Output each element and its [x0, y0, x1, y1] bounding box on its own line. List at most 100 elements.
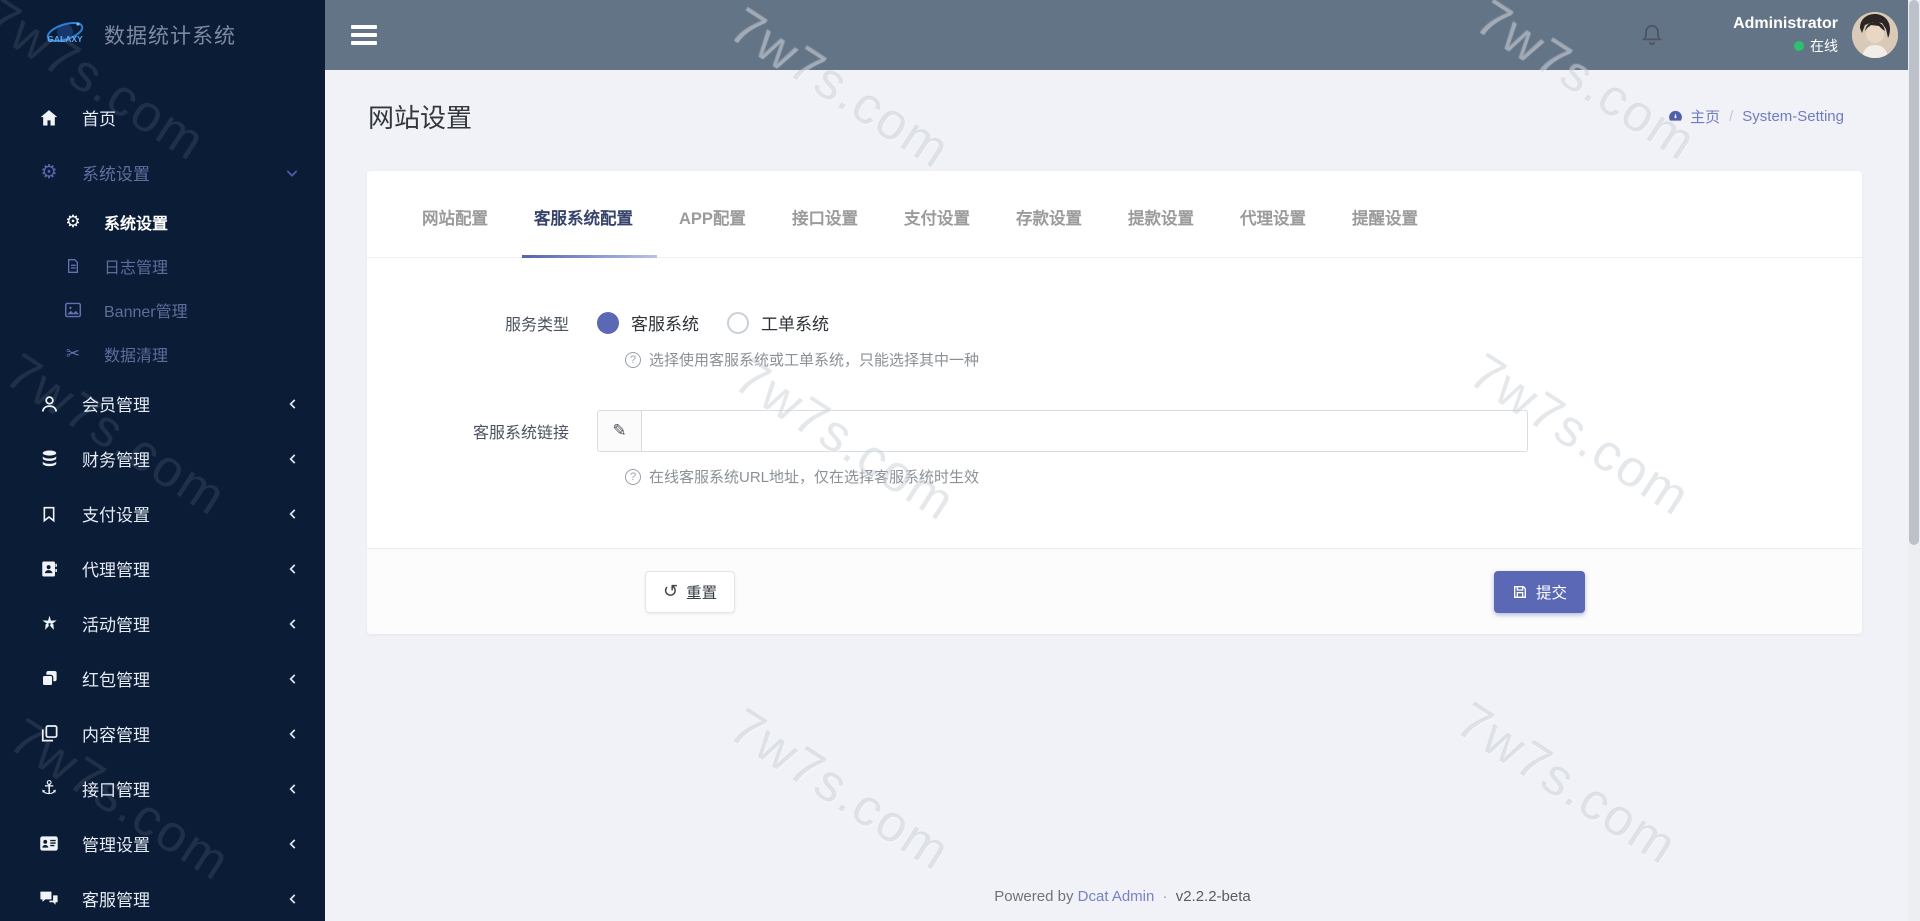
sidebar-item-finance-management[interactable]: 财务管理: [0, 431, 325, 486]
chevron-left-icon: [286, 562, 300, 576]
radio-unchecked-icon: [727, 311, 749, 334]
pencil-icon: ✎: [598, 411, 642, 451]
address-book-icon: [36, 559, 62, 579]
cogs-icon: ⚙: [40, 161, 58, 183]
chevron-left-icon: [286, 452, 300, 466]
reset-button-label: 重置: [686, 584, 718, 602]
user-menu[interactable]: Administrator 在线: [1733, 15, 1838, 56]
radio-option-label: 工单系统: [761, 315, 829, 334]
tab-api-settings[interactable]: 接口设置: [792, 205, 858, 257]
breadcrumb-home-link[interactable]: 主页: [1667, 106, 1720, 127]
reset-button[interactable]: ↺ 重置: [645, 570, 736, 613]
user-status-label: 在线: [1810, 37, 1838, 54]
id-card-icon: [36, 835, 62, 852]
user-icon: [36, 394, 62, 414]
tab-payment-settings[interactable]: 支付设置: [904, 205, 970, 257]
sidebar-item-home[interactable]: 首页: [0, 90, 325, 145]
sidebar: GALAXY 数据统计系统 首页 ⚙ 系统设置 ⚙ 系统设置 日志管理 Bann…: [0, 0, 325, 921]
notifications-bell-icon[interactable]: [1639, 22, 1665, 48]
app-logo[interactable]: GALAXY 数据统计系统: [0, 0, 325, 70]
scrollbar-track: [1908, 0, 1920, 921]
footer-separator: ·: [1162, 888, 1168, 905]
sidebar-item-label: 首页: [82, 110, 116, 129]
dashboard-gauge-icon: [1667, 108, 1684, 125]
gear-icon: ⚙: [65, 211, 81, 232]
sidebar-item-payment-settings[interactable]: 支付设置: [0, 486, 325, 541]
scissors-icon: ✂: [65, 343, 81, 364]
tab-customer-service-config[interactable]: 客服系统配置: [522, 205, 657, 258]
red-packet-icon: [36, 669, 62, 688]
sidebar-item-label: 会员管理: [82, 396, 150, 415]
tab-reminder-settings[interactable]: 提醒设置: [1352, 205, 1418, 257]
chevron-left-icon: [286, 672, 300, 686]
chevron-down-icon: [284, 165, 300, 181]
help-text: 在线客服系统URL地址，仅在选择客服系统时生效: [649, 469, 980, 486]
avatar[interactable]: [1852, 12, 1898, 58]
sidebar-item-admin-settings[interactable]: 管理设置: [0, 816, 325, 871]
tab-app-config[interactable]: APP配置: [679, 205, 746, 257]
sidebar-item-system-settings[interactable]: ⚙ 系统设置: [0, 200, 325, 244]
chevron-left-icon: [286, 837, 300, 851]
submit-button-label: 提交: [1535, 584, 1567, 602]
chevron-left-icon: [286, 892, 300, 906]
sidebar-item-member-management[interactable]: 会员管理: [0, 376, 325, 431]
service-link-label: 客服系统链接: [472, 425, 569, 442]
powered-by-text: Powered by: [994, 888, 1074, 905]
sidebar-item-banner-management[interactable]: Banner管理: [0, 288, 325, 332]
scrollbar-thumb[interactable]: [1909, 0, 1919, 545]
activity-icon: [36, 614, 62, 633]
sidebar-item-system-settings-parent[interactable]: ⚙ 系统设置: [0, 145, 325, 200]
service-link-input-group: ✎: [597, 410, 1528, 452]
image-icon: [62, 302, 84, 318]
sidebar-item-api-management[interactable]: ⚓ 接口管理: [0, 761, 325, 816]
sidebar-item-agent-management[interactable]: 代理管理: [0, 541, 325, 596]
breadcrumb-current: System-Setting: [1742, 108, 1844, 125]
chevron-left-icon: [286, 507, 300, 521]
dcat-admin-link[interactable]: Dcat Admin: [1078, 888, 1155, 905]
radio-option-ticket-system[interactable]: 工单系统: [727, 310, 829, 335]
sidebar-toggle-button[interactable]: [351, 25, 377, 45]
tab-withdrawal-settings[interactable]: 提款设置: [1128, 205, 1194, 257]
radio-checked-icon: [597, 311, 619, 334]
home-icon: [36, 108, 62, 128]
sidebar-item-label: 系统设置: [104, 216, 169, 233]
sidebar-item-label: 客服管理: [82, 891, 150, 910]
undo-icon: ↺: [663, 580, 679, 602]
service-type-help: ? 选择使用客服系统或工单系统，只能选择其中一种: [625, 349, 1862, 370]
service-link-input[interactable]: [642, 411, 1527, 451]
sidebar-item-redpacket-management[interactable]: 红包管理: [0, 651, 325, 706]
file-icon: [62, 257, 84, 275]
breadcrumb: 主页 / System-Setting: [1667, 106, 1844, 127]
help-text: 选择使用客服系统或工单系统，只能选择其中一种: [649, 352, 980, 369]
radio-option-customer-service[interactable]: 客服系统: [597, 310, 699, 335]
sidebar-item-label: 管理设置: [82, 836, 150, 855]
online-status-dot: [1794, 40, 1804, 51]
app-title: 数据统计系统: [104, 25, 236, 48]
service-type-radio-group: 客服系统 工单系统: [597, 310, 829, 335]
submit-button[interactable]: 提交: [1493, 570, 1585, 613]
sidebar-item-customer-service[interactable]: 客服管理: [0, 871, 325, 921]
chevron-left-icon: [286, 397, 300, 411]
question-circle-icon: ?: [625, 351, 641, 368]
sidebar-item-data-cleanup[interactable]: ✂ 数据清理: [0, 332, 325, 376]
sidebar-item-label: 数据清理: [104, 348, 169, 365]
tab-agent-settings[interactable]: 代理设置: [1240, 205, 1306, 257]
sidebar-item-label: 系统设置: [82, 165, 150, 184]
top-navbar: Administrator 在线: [325, 0, 1920, 70]
breadcrumb-home-label: 主页: [1690, 109, 1721, 126]
sidebar-item-log-management[interactable]: 日志管理: [0, 244, 325, 288]
form-footer: ↺ 重置 提交: [367, 548, 1862, 634]
tab-deposit-settings[interactable]: 存款设置: [1016, 205, 1082, 257]
comments-icon: [36, 890, 62, 908]
chevron-left-icon: [286, 617, 300, 631]
service-type-label: 服务类型: [504, 316, 569, 334]
sidebar-item-activity-management[interactable]: 活动管理: [0, 596, 325, 651]
question-circle-icon: ?: [625, 468, 641, 485]
sidebar-item-label: 日志管理: [104, 260, 169, 277]
radio-option-label: 客服系统: [631, 315, 699, 334]
chevron-left-icon: [286, 782, 300, 796]
sidebar-item-content-management[interactable]: 内容管理: [0, 706, 325, 761]
bookmark-icon: [36, 504, 62, 524]
page-footer: Powered by Dcat Admin · v2.2.2-beta: [325, 888, 1920, 905]
tab-website-config[interactable]: 网站配置: [422, 205, 488, 257]
